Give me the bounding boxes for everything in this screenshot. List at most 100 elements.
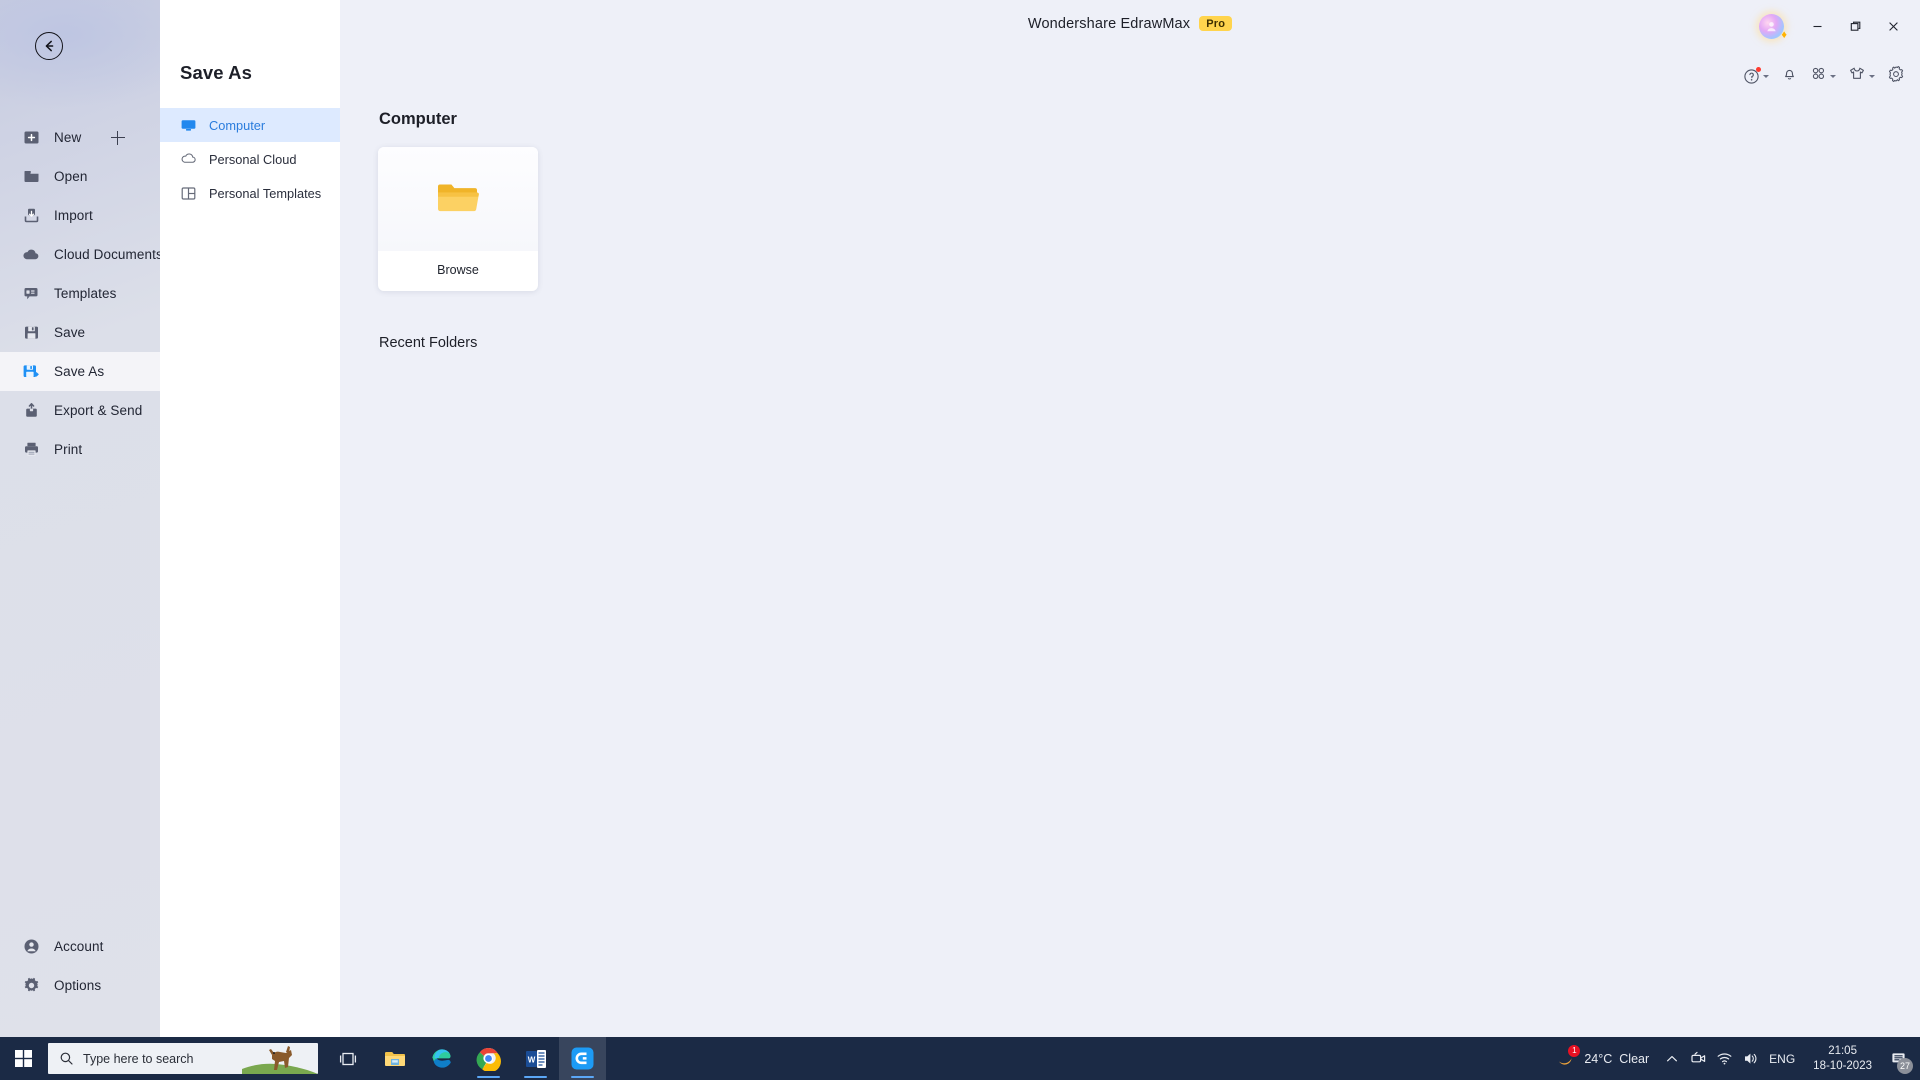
nav-item-personal-cloud[interactable]: Personal Cloud xyxy=(160,142,340,176)
rail-item-import[interactable]: Import xyxy=(0,196,160,235)
folder-open-icon xyxy=(438,184,479,212)
new-plus-icon[interactable] xyxy=(111,130,125,145)
search-deer-image xyxy=(242,1046,318,1074)
gear-icon xyxy=(1887,65,1905,88)
rail-item-templates[interactable]: Templates xyxy=(0,274,160,313)
account-icon xyxy=(22,938,40,956)
rail-item-list: New Open Import Cloud Documents Template… xyxy=(0,118,160,469)
rail-item-label: New xyxy=(54,130,82,145)
taskbar-item-file-explorer[interactable] xyxy=(371,1037,418,1080)
theme-shirt-icon xyxy=(1848,65,1866,87)
edrawmax-backstage-window: New Open Import Cloud Documents Template… xyxy=(0,0,1920,1080)
windows-taskbar: Type here to search W 1 24°C Clear ENG 2… xyxy=(0,1037,1920,1080)
clock[interactable]: 21:05 18-10-2023 xyxy=(1803,1044,1882,1074)
rail-item-account[interactable]: Account xyxy=(0,927,160,966)
import-icon xyxy=(22,207,40,225)
close-button[interactable] xyxy=(1874,11,1912,41)
edrawmax-icon xyxy=(571,1047,594,1070)
save-as-nav-panel: Save As Computer Personal Cloud Personal… xyxy=(160,0,340,1037)
chevron-down-icon[interactable] xyxy=(1869,74,1875,78)
app-title: Wondershare EdrawMax Pro xyxy=(340,16,1920,32)
help-alert-dot xyxy=(1756,66,1761,72)
save-icon xyxy=(22,324,40,342)
windows-logo-icon xyxy=(15,1050,32,1067)
taskbar-search[interactable]: Type here to search xyxy=(48,1043,318,1074)
back-arrow-icon xyxy=(45,40,54,52)
new-icon xyxy=(22,129,40,147)
rail-item-label: Options xyxy=(54,978,102,993)
rail-item-new[interactable]: New xyxy=(0,118,160,157)
bell-icon xyxy=(1781,65,1798,87)
minimize-button[interactable] xyxy=(1798,11,1836,41)
search-icon xyxy=(60,1052,73,1065)
running-indicator xyxy=(477,1075,500,1078)
taskbar-item-chrome[interactable] xyxy=(465,1037,512,1080)
rail-item-save-as[interactable]: Save As xyxy=(0,352,160,391)
template-panel-icon xyxy=(180,185,197,202)
left-rail: New Open Import Cloud Documents Template… xyxy=(0,0,160,1037)
show-hidden-icons-button[interactable] xyxy=(1659,1037,1685,1080)
nav-item-computer[interactable]: Computer xyxy=(160,108,340,142)
app-title-text: Wondershare EdrawMax xyxy=(1027,16,1191,32)
weather-condition: Clear xyxy=(1619,1051,1650,1066)
rail-item-cloud-documents[interactable]: Cloud Documents xyxy=(0,235,160,274)
notifications-button[interactable] xyxy=(1778,64,1801,88)
rail-item-label: Save As xyxy=(54,364,105,379)
taskbar-app-icons: W xyxy=(324,1037,606,1080)
meet-now-button[interactable] xyxy=(1685,1037,1711,1080)
settings-button[interactable] xyxy=(1884,64,1908,88)
start-button[interactable] xyxy=(0,1037,47,1080)
back-button[interactable] xyxy=(35,32,63,60)
svg-text:W: W xyxy=(527,1055,535,1064)
notification-count-badge: 27 xyxy=(1897,1058,1913,1074)
help-button[interactable] xyxy=(1740,64,1772,88)
chevron-down-icon[interactable] xyxy=(1763,74,1769,78)
avatar[interactable]: ♦ xyxy=(1759,13,1787,41)
rail-item-label: Cloud Documents xyxy=(54,247,160,262)
theme-button[interactable] xyxy=(1845,64,1878,88)
rail-item-export-send[interactable]: Export & Send xyxy=(0,391,160,430)
weather-widget[interactable]: 1 24°C Clear xyxy=(1545,1044,1659,1070)
avatar-person-icon xyxy=(1767,21,1776,31)
cloud-icon xyxy=(22,246,40,264)
notification-center-button[interactable]: 27 xyxy=(1882,1037,1914,1080)
rail-item-options[interactable]: Options xyxy=(0,966,160,1005)
browse-thumbnail xyxy=(378,147,538,251)
volume-button[interactable] xyxy=(1737,1037,1763,1080)
rail-item-save[interactable]: Save xyxy=(0,313,160,352)
apps-button[interactable] xyxy=(1807,64,1839,88)
taskbar-item-word[interactable]: W xyxy=(512,1037,559,1080)
language-indicator[interactable]: ENG xyxy=(1763,1052,1803,1066)
cloud-outline-icon xyxy=(180,151,197,168)
camera-icon xyxy=(1691,1051,1705,1063)
rail-item-open[interactable]: Open xyxy=(0,157,160,196)
weather-badge-count: 1 xyxy=(1568,1044,1581,1057)
close-icon xyxy=(1888,21,1898,31)
rail-item-print[interactable]: Print xyxy=(0,430,160,469)
main-heading: Computer xyxy=(379,110,457,128)
nav-item-label: Computer xyxy=(209,117,266,133)
clock-time: 21:05 xyxy=(1828,1044,1857,1057)
chevron-down-icon[interactable] xyxy=(1830,74,1836,78)
weather-temperature: 24°C xyxy=(1584,1051,1613,1066)
nav-item-label: Personal Cloud xyxy=(209,151,297,167)
word-icon: W xyxy=(525,1049,546,1068)
panel-title: Save As xyxy=(180,62,253,83)
taskbar-item-edrawmax[interactable] xyxy=(559,1037,606,1080)
maximize-button[interactable] xyxy=(1836,11,1874,41)
recent-folders-heading: Recent Folders xyxy=(379,335,478,351)
wifi-icon xyxy=(1717,1053,1732,1065)
taskbar-item-edge[interactable] xyxy=(418,1037,465,1080)
task-view-icon xyxy=(339,1052,356,1065)
nav-item-personal-templates[interactable]: Personal Templates xyxy=(160,176,340,210)
browse-card[interactable]: Browse xyxy=(378,147,538,291)
network-button[interactable] xyxy=(1711,1037,1737,1080)
rail-item-label: Save xyxy=(54,325,86,340)
browse-card-label: Browse xyxy=(437,263,479,277)
clock-date: 18-10-2023 xyxy=(1813,1059,1872,1072)
rail-item-label: Export & Send xyxy=(54,403,143,418)
minimize-icon xyxy=(1813,25,1821,27)
options-gear-icon xyxy=(22,977,40,995)
task-view-button[interactable] xyxy=(324,1037,371,1080)
file-explorer-icon xyxy=(384,1051,405,1066)
